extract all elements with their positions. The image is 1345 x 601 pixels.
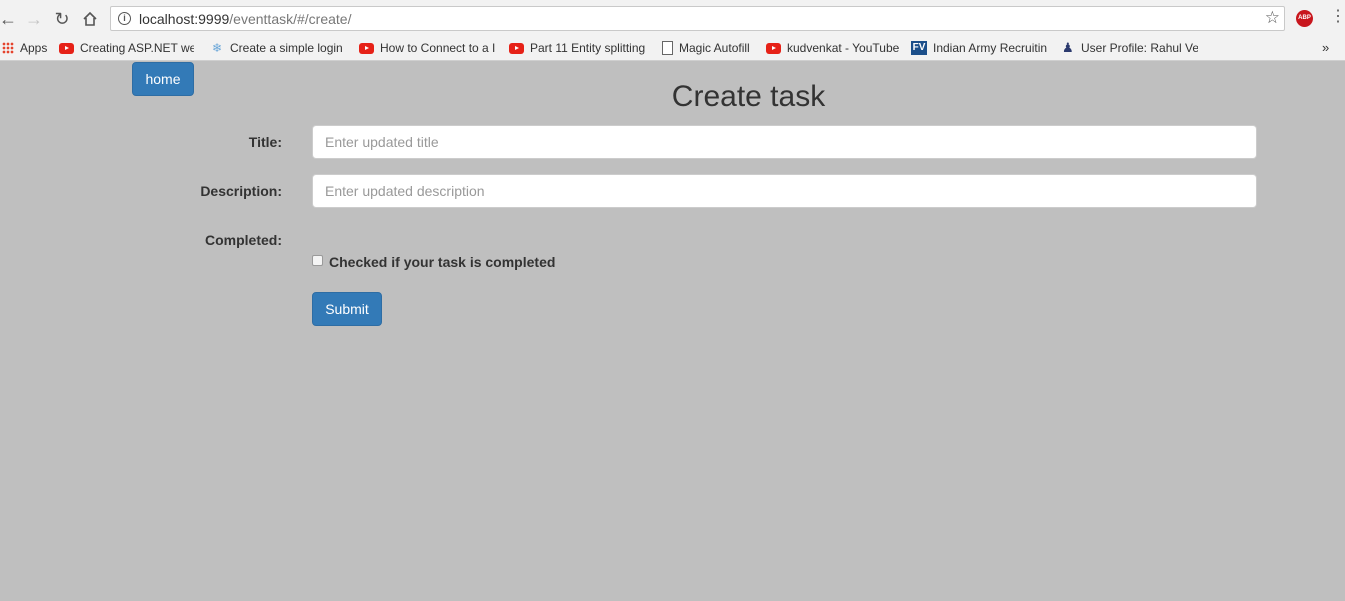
bookmark-how-to-connect[interactable]: How to Connect to a I [359,39,495,57]
bookmark-magic-autofill[interactable]: Magic Autofill [662,39,757,57]
title-input[interactable] [312,125,1257,159]
bookmark-creating-aspnet[interactable]: Creating ASP.NET wel [59,39,194,57]
url-text[interactable]: localhost:9999/eventtask/#/create/ [139,11,351,27]
bookmarks-bar: Apps Creating ASP.NET wel ❄ Create a sim… [0,37,1345,61]
youtube-icon [509,42,524,54]
bookmark-label: Indian Army Recruitin [933,41,1048,55]
bookmark-label: Apps [20,41,48,55]
bookmark-label: How to Connect to a I [380,41,495,55]
description-input[interactable] [312,174,1257,208]
bookmark-user-profile[interactable]: ♟ User Profile: Rahul Ve [1062,39,1198,57]
adblock-plus-icon[interactable]: ABP [1296,10,1313,27]
bookmark-create-simple-login[interactable]: ❄ Create a simple login [212,39,344,57]
youtube-icon [766,42,781,54]
completed-checkbox-label[interactable]: Checked if your task is completed [329,254,555,270]
bookmark-part-11-entity[interactable]: Part 11 Entity splitting [509,39,647,57]
apps-grid-icon [2,42,14,54]
water-drop-icon: ❄ [212,40,223,55]
reload-icon[interactable]: ↻ [51,8,73,30]
bookmark-indian-army[interactable]: FV Indian Army Recruitin [911,39,1049,57]
back-arrow-icon[interactable]: ← [0,8,19,30]
address-bar[interactable]: i localhost:9999/eventtask/#/create/ ☆ [110,6,1285,31]
bookmark-label: Create a simple login [230,41,343,55]
home-icon[interactable] [79,8,101,30]
completed-checkbox[interactable] [312,255,323,266]
bookmark-kudvenkat-youtube[interactable]: kudvenkat - YouTube [766,39,902,57]
youtube-icon [59,42,74,54]
description-label: Description: [200,183,282,199]
bookmark-label: User Profile: Rahul Ve [1081,41,1198,55]
url-host: localhost:9999 [139,11,230,27]
submit-button[interactable]: Submit [312,292,382,326]
bookmark-label: Creating ASP.NET wel [80,41,194,55]
bookmark-label: Magic Autofill [679,41,750,55]
document-icon [662,41,673,55]
forward-arrow-icon[interactable]: → [23,8,45,30]
title-label: Title: [248,134,282,150]
bookmark-label: Part 11 Entity splitting [530,41,646,55]
user-badge-icon: ♟ [1062,40,1074,55]
star-icon[interactable]: ☆ [1265,8,1280,28]
info-icon[interactable]: i [118,12,131,25]
more-bookmarks-icon[interactable]: » [1322,40,1329,55]
home-icon-glyph [83,11,97,26]
bookmark-apps[interactable]: Apps [2,39,57,57]
page-title: Create task [671,80,826,113]
kebab-menu-icon[interactable]: ⋮ [1330,9,1345,25]
browser-toolbar: ← → ↻ i localhost:9999/eventtask/#/creat… [0,0,1345,37]
url-path: /eventtask/#/create/ [229,11,352,27]
bookmark-label: kudvenkat - YouTube [787,41,900,55]
fv-icon: FV [911,41,927,55]
youtube-icon [359,42,374,54]
completed-label: Completed: [205,232,282,248]
